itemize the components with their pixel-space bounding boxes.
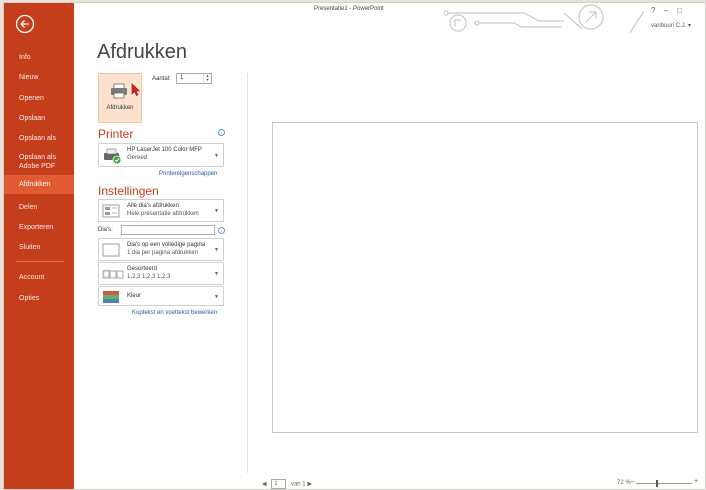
zoom-in-button[interactable]: + [694,478,698,485]
sidebar-item-account[interactable]: Account [4,271,74,283]
sidebar-divider [16,261,64,262]
zoom-out-button[interactable]: – [631,478,635,485]
printer-icon [111,83,127,99]
print-range-subtitle: Hele presentatie afdrukken [127,211,199,217]
slides-input[interactable] [121,225,215,235]
print-range-dropdown[interactable]: Alle dia's afdrukken Hele presentatie af… [98,199,224,222]
color-dropdown[interactable]: Kleur ▼ [98,286,224,306]
sidebar-item-openen[interactable]: Openen [4,92,74,104]
layout-title: Dia's op een volledige pagina [127,242,206,248]
next-page-button[interactable]: ▶ [307,482,312,488]
copies-value: 1 [180,75,184,81]
zoom-slider[interactable] [636,480,692,487]
previous-page-button[interactable]: ◀ [262,482,267,488]
page-title: Afdrukken [97,41,188,63]
printer-name: HP LaserJet 100 Color MFP [127,147,202,153]
collate-dropdown[interactable]: Gesorteerd 1,2,3 1,2,3 1,2,3 ▼ [98,262,224,285]
title-bar: Presentatie1 - PowerPoint ? – □ vanbuuri… [74,3,705,34]
full-page-slide-icon [102,243,120,257]
window-title: Presentatie1 - PowerPoint [314,6,384,12]
print-button[interactable]: Afdrukken [98,73,142,123]
settings-section-title: Instellingen [98,184,159,198]
sidebar-item-afdrukken[interactable]: Afdrukken [4,175,74,194]
printer-properties-link[interactable]: Printereigenschappen [159,171,217,177]
chevron-down-icon: ▼ [214,271,219,278]
sidebar-item-opties[interactable]: Opties [4,292,74,304]
spin-arrows-icon[interactable]: ▲ ▼ [203,74,211,83]
printer-status-icon [104,148,122,165]
zoom-level[interactable]: 72 % [617,480,631,486]
help-button[interactable]: ? [651,6,655,15]
sidebar-item-opslaan-als[interactable]: Opslaan als [4,132,74,144]
slides-label: Dia's: [98,227,113,233]
collate-subtitle: 1,2,3 1,2,3 1,2,3 [127,274,171,280]
info-icon[interactable]: i [218,129,225,136]
sidebar-item-exporteren[interactable]: Exporteren [4,221,74,233]
sidebar-item-delen[interactable]: Delen [4,201,74,213]
backstage-window: Info Nieuw Openen Opslaan Opslaan als Op… [3,2,706,490]
sidebar-item-opslaan-pdf[interactable]: Opslaan als Adobe PDF [4,151,74,171]
mouse-cursor-icon [131,83,140,96]
chevron-down-icon: ▼ [214,247,219,254]
maximize-button[interactable]: □ [677,6,682,15]
slides-all-icon [102,204,120,218]
print-preview [272,122,698,433]
chevron-down-icon: ▼ [214,152,219,159]
sidebar-item-nieuw[interactable]: Nieuw [4,71,74,83]
panel-divider [247,73,248,473]
user-account[interactable]: vanbuuri C.J. ▾ [651,22,691,29]
color-title: Kleur [127,293,142,299]
collate-title: Gesorteerd [127,266,158,272]
minimize-button[interactable]: – [664,6,668,15]
print-range-title: Alle dia's afdrukken [127,203,179,209]
page-number-input[interactable]: 1 [271,479,287,489]
backstage-sidebar: Info Nieuw Openen Opslaan Opslaan als Op… [4,3,74,489]
circuit-decoration-icon [444,4,644,34]
layout-subtitle: 1 dia per pagina afdrukken [127,250,199,256]
printer-dropdown[interactable]: HP LaserJet 100 Color MFP Gereed ▼ [98,143,224,167]
header-footer-link[interactable]: Koptekst en voettekst bewerken [132,310,217,316]
layout-dropdown[interactable]: Dia's op een volledige pagina 1 dia per … [98,238,224,261]
copies-stepper[interactable]: 1 ▲ ▼ [176,73,212,84]
info-icon[interactable]: i [218,227,225,234]
page-count: van 1 [290,481,306,488]
back-arrow-icon[interactable] [15,14,35,34]
sidebar-item-info[interactable]: Info [4,51,74,63]
chevron-down-icon: ▼ [214,294,219,301]
copies-label: Aantal: [152,76,171,82]
printer-status: Gereed [127,155,148,161]
print-button-label: Afdrukken [106,105,134,111]
collated-pages-icon [102,269,124,279]
color-swatch-icon [103,291,119,303]
chevron-down-icon: ▼ [214,208,219,215]
zoom-slider-thumb[interactable] [656,480,658,487]
sidebar-item-opslaan[interactable]: Opslaan [4,112,74,124]
printer-section-title: Printer [98,127,134,141]
page-navigator: ◀ 1 van 1 ▶ [262,479,312,489]
sidebar-item-sluiten[interactable]: Sluiten [4,241,74,253]
